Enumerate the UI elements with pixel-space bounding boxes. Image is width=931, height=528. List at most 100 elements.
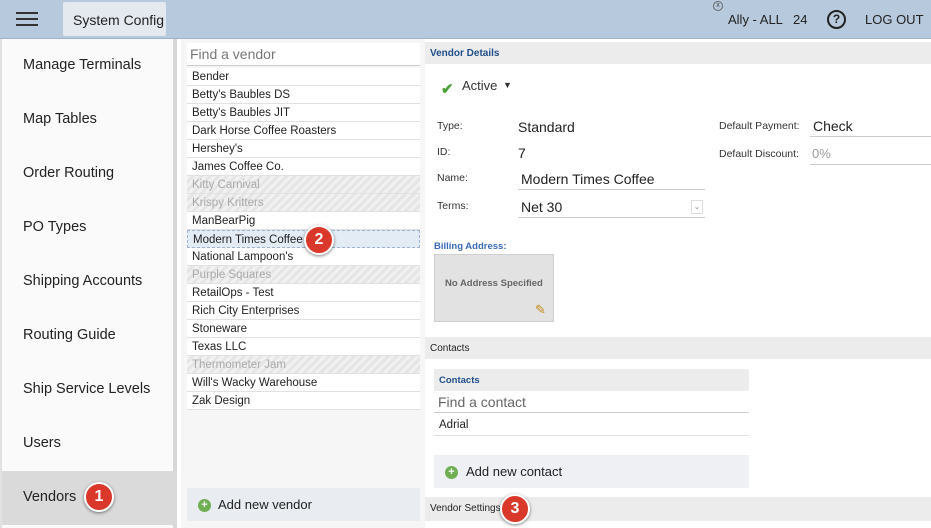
vendor-name: Will's Wacky Warehouse xyxy=(192,377,318,389)
section-title: Contacts xyxy=(430,343,470,354)
sidebar-item-label: Order Routing xyxy=(23,165,115,181)
vendor-name: Rich City Enterprises xyxy=(192,305,300,317)
type-value: Standard xyxy=(518,119,575,135)
sidebar-item-routing-guide[interactable]: Routing Guide xyxy=(2,309,177,363)
vendor-list-item[interactable]: Dark Horse Coffee Roasters xyxy=(187,122,420,140)
payment-underline xyxy=(810,136,931,137)
app-title: System Config xyxy=(73,12,165,28)
id-value: 7 xyxy=(518,145,526,161)
vendor-name: Kitty Carnival xyxy=(192,179,260,191)
vendor-name: Thermometer Jam xyxy=(192,359,286,371)
vendor-list-item[interactable]: Will's Wacky Warehouse xyxy=(187,374,420,392)
vendor-search-input[interactable] xyxy=(187,43,420,66)
vendor-details-header: Vendor Details xyxy=(425,42,931,64)
vendor-name: Stoneware xyxy=(192,323,247,335)
type-label: Type: xyxy=(437,120,463,132)
app-root: System Config x Ally - ALL 24 ? LOG OUT … xyxy=(0,0,931,528)
vendor-list-item[interactable]: Zak Design xyxy=(187,392,420,410)
sidebar-item-po-types[interactable]: PO Types xyxy=(2,201,177,255)
vendor-list-item[interactable]: RetailOps - Test xyxy=(187,284,420,302)
vendor-name: ManBearPig xyxy=(192,215,256,227)
name-field[interactable]: Modern Times Coffee xyxy=(521,171,655,187)
vendor-list-item[interactable]: Bender xyxy=(187,68,420,86)
vendor-name: RetailOps - Test xyxy=(192,287,274,299)
close-icon[interactable]: x xyxy=(713,1,723,11)
vendor-list-item[interactable]: National Lampoon's xyxy=(187,248,420,266)
vendor-list-item-inactive[interactable]: Kitty Carnival xyxy=(187,176,420,194)
sidebar-item-ship-service-levels[interactable]: Ship Service Levels xyxy=(2,363,177,417)
vendor-list-item[interactable]: Hershey's xyxy=(187,140,420,158)
terms-label: Terms: xyxy=(437,200,469,212)
vendor-name: Hershey's xyxy=(192,143,243,155)
vendor-name: Purple Squares xyxy=(192,269,272,281)
sidebar: Manage Terminals Map Tables Order Routin… xyxy=(0,39,177,528)
vendor-list-item[interactable]: Stoneware xyxy=(187,320,420,338)
name-label: Name: xyxy=(437,172,468,184)
vendor-list-item[interactable]: Betty's Baubles JIT xyxy=(187,104,420,122)
default-payment-label: Default Payment: xyxy=(719,120,800,132)
billing-address-value: No Address Specified xyxy=(445,278,543,289)
sidebar-item-label: Ship Service Levels xyxy=(23,381,151,397)
vendor-list-item[interactable]: Texas LLC xyxy=(187,338,420,356)
add-vendor-button[interactable]: + Add new vendor xyxy=(187,488,420,521)
vendor-list-item-inactive[interactable]: Krispy Kritters xyxy=(187,194,420,212)
plus-circle-icon: + xyxy=(198,499,211,512)
default-discount-label: Default Discount: xyxy=(719,148,799,160)
sidebar-item-label: Shipping Accounts xyxy=(23,273,143,289)
vendor-name: Bender xyxy=(192,71,230,83)
terms-select[interactable]: Net 30 ⌄ xyxy=(518,196,705,218)
step-badge-1: 1 xyxy=(84,482,114,512)
sidebar-item-label: Routing Guide xyxy=(23,327,116,343)
status-dropdown[interactable]: Active xyxy=(462,78,497,93)
sidebar-item-label: Vendors xyxy=(23,489,77,505)
sidebar-item-label: PO Types xyxy=(23,219,87,235)
vendor-list-item-inactive[interactable]: Purple Squares xyxy=(187,266,420,284)
default-payment-select[interactable]: Check xyxy=(813,118,853,134)
step-badge-3: 3 xyxy=(500,494,530,524)
contact-name: Adrial xyxy=(439,419,469,431)
contact-search-input[interactable] xyxy=(434,391,749,413)
vendor-name: National Lampoon's xyxy=(192,251,294,263)
vendor-list-item[interactable]: James Coffee Co. xyxy=(187,158,420,176)
terms-value: Net 30 xyxy=(521,199,563,215)
sidebar-item-users[interactable]: Users xyxy=(2,417,177,471)
vendor-name: Betty's Baubles JIT xyxy=(192,107,291,119)
vendor-name: Krispy Kritters xyxy=(192,197,264,209)
vendor-name: Betty's Baubles DS xyxy=(192,89,291,101)
sidebar-item-label: Map Tables xyxy=(23,111,97,127)
vendor-list-item-inactive[interactable]: Thermometer Jam xyxy=(187,356,420,374)
sidebar-item-order-routing[interactable]: Order Routing xyxy=(2,147,177,201)
vendor-name: Zak Design xyxy=(192,395,251,407)
discount-underline xyxy=(810,164,931,165)
chevron-down-icon: ⌄ xyxy=(691,200,703,214)
vendor-name: James Coffee Co. xyxy=(192,161,284,173)
help-icon[interactable]: ? xyxy=(827,10,846,29)
default-discount-field[interactable]: 0% xyxy=(812,146,831,161)
logout-button[interactable]: LOG OUT xyxy=(865,12,924,27)
vendor-list-item[interactable]: Rich City Enterprises xyxy=(187,302,420,320)
check-icon: ✔ xyxy=(441,81,454,98)
caret-down-icon[interactable]: ▼ xyxy=(503,80,512,90)
vendor-name: Dark Horse Coffee Roasters xyxy=(192,125,337,137)
pencil-edit-icon[interactable]: ✎ xyxy=(535,302,546,318)
top-bar: System Config x Ally - ALL 24 ? LOG OUT xyxy=(0,0,931,39)
add-contact-button[interactable]: + Add new contact xyxy=(434,455,749,488)
hamburger-menu-icon[interactable] xyxy=(16,12,38,28)
contacts-panel-header: Contacts xyxy=(434,369,749,391)
account-label[interactable]: Ally - ALL xyxy=(728,12,783,27)
section-title: Vendor Settings xyxy=(430,503,501,514)
vendor-list-item[interactable]: ManBearPig xyxy=(187,212,420,230)
sidebar-item-shipping-accounts[interactable]: Shipping Accounts xyxy=(2,255,177,309)
sidebar-item-label: Users xyxy=(23,435,61,451)
contact-list-item[interactable]: Adrial xyxy=(434,414,749,436)
notification-count[interactable]: 24 xyxy=(793,12,807,27)
contacts-panel-title: Contacts xyxy=(439,375,480,386)
plus-circle-icon: + xyxy=(445,466,458,479)
vendor-name: Texas LLC xyxy=(192,341,247,353)
sidebar-item-map-tables[interactable]: Map Tables xyxy=(2,93,177,147)
add-contact-label: Add new contact xyxy=(466,464,563,479)
vendor-list-item[interactable]: Betty's Baubles DS xyxy=(187,86,420,104)
add-vendor-label: Add new vendor xyxy=(218,497,312,512)
billing-address-label: Billing Address: xyxy=(434,241,507,252)
sidebar-item-manage-terminals[interactable]: Manage Terminals xyxy=(2,39,177,93)
